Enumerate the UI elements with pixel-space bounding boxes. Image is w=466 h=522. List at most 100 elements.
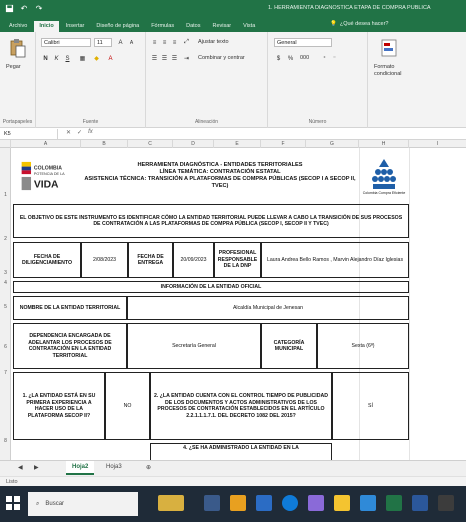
tab-diseno-pagina[interactable]: Diseño de página [91, 21, 144, 32]
align-right-icon[interactable]: ☰ [170, 54, 179, 63]
store-icon[interactable] [256, 495, 272, 511]
bold-button[interactable]: N [41, 54, 50, 63]
name-box[interactable]: K5 [2, 129, 58, 139]
align-middle-icon[interactable]: ≡ [160, 38, 169, 47]
merge-center-button[interactable]: Combinar y centrar [198, 55, 245, 61]
conditional-format-button[interactable]: Formato condicional [374, 64, 414, 77]
question-1-answer[interactable]: NO [105, 372, 150, 440]
ribbon: Pegar Portapapeles Calibri 11 A A N K S … [0, 32, 466, 128]
shrink-font-icon[interactable]: A [127, 38, 136, 47]
align-top-icon[interactable]: ≡ [150, 38, 159, 47]
row-header[interactable]: 7 [0, 370, 11, 376]
row-header[interactable]: 8 [0, 438, 11, 444]
increase-decimal-icon[interactable]: ⁺ [320, 54, 329, 63]
word-taskbar-icon[interactable] [412, 495, 428, 511]
fill-color-icon[interactable]: ◆ [92, 54, 101, 63]
app2-icon[interactable] [438, 495, 454, 511]
align-bottom-icon[interactable]: ≡ [170, 38, 179, 47]
row-header[interactable]: 1 [0, 192, 11, 198]
categoria-value[interactable]: Sexta (6ª) [317, 323, 409, 369]
sheet-tabs-bar: ◀ ▶ Hoja2 Hoja3 ⊕ [0, 460, 466, 476]
tab-revisar[interactable]: Revisar [207, 21, 236, 32]
sheet-tab-hoja2[interactable]: Hoja2 [66, 461, 95, 475]
column-header[interactable]: E [214, 140, 261, 148]
redo-icon[interactable]: ↷ [34, 3, 44, 13]
tab-inicio[interactable]: Inicio [34, 21, 59, 32]
cancel-icon[interactable]: ✕ [66, 129, 71, 136]
widgets-icon[interactable] [158, 495, 184, 511]
profesional-value[interactable]: Laura Andrea Bello Ramos , Marvin Alejan… [261, 242, 409, 278]
excel-taskbar-icon[interactable] [386, 495, 402, 511]
nombre-entidad-value[interactable]: Alcaldía Municipal de Jenesan [127, 296, 409, 320]
indent-icon[interactable]: ⇥ [182, 54, 191, 63]
row-header[interactable]: 5 [0, 304, 11, 310]
orientation-icon[interactable]: ⤢ [182, 38, 191, 47]
italic-button[interactable]: K [52, 54, 61, 63]
tab-formulas[interactable]: Fórmulas [146, 21, 179, 32]
currency-button[interactable]: $ [274, 54, 283, 63]
decrease-decimal-icon[interactable]: ⁻ [330, 54, 339, 63]
windows-start-icon[interactable] [6, 496, 20, 510]
row-header[interactable]: 6 [0, 344, 11, 350]
font-size-select[interactable]: 11 [94, 38, 112, 47]
chrome-icon[interactable] [334, 495, 350, 511]
taskbar-search[interactable]: ⌕ Buscar [28, 492, 138, 516]
number-format-select[interactable]: General [274, 38, 332, 47]
align-left-icon[interactable]: ☰ [150, 54, 159, 63]
thousands-button[interactable]: 000 [300, 55, 309, 61]
column-header[interactable]: D [173, 140, 214, 148]
outlook-icon[interactable] [360, 495, 376, 511]
column-header[interactable]: H [359, 140, 409, 148]
row-header[interactable]: 2 [0, 236, 11, 242]
dependencia-value[interactable]: Secretaría General [127, 323, 261, 369]
column-header[interactable]: F [261, 140, 306, 148]
font-name-select[interactable]: Calibri [41, 38, 91, 47]
question-2-answer[interactable]: SÍ [332, 372, 409, 440]
grow-font-icon[interactable]: A [116, 38, 125, 47]
column-header[interactable]: C [128, 140, 173, 148]
percent-button[interactable]: % [286, 54, 295, 63]
fecha-diligenciamiento-value[interactable]: 2/08/2023 [81, 242, 128, 278]
sheet-prev-icon[interactable]: ◀ [12, 461, 29, 475]
column-header[interactable]: I [409, 140, 466, 148]
underline-button[interactable]: S [63, 54, 72, 63]
save-icon[interactable] [4, 3, 14, 13]
logo-right-caption: Colombia Compra Eficiente [362, 190, 406, 195]
sheet-tab-hoja3[interactable]: Hoja3 [100, 461, 128, 475]
tell-me-box[interactable]: 💡 ¿Qué desea hacer? [330, 21, 388, 27]
file-explorer-icon[interactable] [230, 495, 246, 511]
paste-icon[interactable] [9, 38, 27, 58]
function-icon[interactable]: fx [88, 129, 93, 136]
row-header[interactable]: 3 [0, 270, 11, 276]
svg-text:VIDA: VIDA [34, 179, 59, 190]
edge-icon[interactable] [282, 495, 298, 511]
row-header[interactable]: 4 [0, 280, 11, 286]
enter-icon[interactable]: ✓ [77, 129, 82, 136]
tab-archivo[interactable]: Archivo [4, 21, 32, 32]
wrap-text-button[interactable]: Ajustar texto [198, 39, 229, 45]
sheet-next-icon[interactable]: ▶ [28, 461, 45, 475]
paste-button[interactable]: Pegar [6, 64, 21, 70]
worksheet-grid[interactable]: COLOMBIA POTENCIA DE LA VIDA HERRAMIENTA… [11, 148, 466, 460]
row-headers: 1 2 3 4 5 6 7 8 [0, 148, 11, 460]
tab-insertar[interactable]: Insertar [61, 21, 90, 32]
fecha-diligenciamiento-label: FECHA DE DILIGENCIAMIENTO [13, 242, 81, 278]
column-header[interactable]: G [306, 140, 359, 148]
task-view-icon[interactable] [204, 495, 220, 511]
fecha-entrega-value[interactable]: 20/09/2023 [173, 242, 214, 278]
conditional-format-icon[interactable] [380, 38, 398, 58]
add-sheet-icon[interactable]: ⊕ [140, 461, 157, 475]
font-color-icon[interactable]: A [106, 54, 115, 63]
undo-icon[interactable]: ↶ [19, 3, 29, 13]
svg-text:POTENCIA DE LA: POTENCIA DE LA [34, 172, 65, 176]
column-header[interactable]: A [11, 140, 81, 148]
tab-datos[interactable]: Datos [181, 21, 205, 32]
app-icon[interactable] [308, 495, 324, 511]
column-header[interactable]: B [81, 140, 128, 148]
fecha-entrega-label: FECHA DE ENTREGA [128, 242, 173, 278]
align-center-icon[interactable]: ☰ [160, 54, 169, 63]
borders-icon[interactable]: ▦ [78, 54, 87, 63]
tab-vista[interactable]: Vista [238, 21, 260, 32]
select-all-corner[interactable] [0, 140, 11, 148]
question-2: 2. ¿LA ENTIDAD CUENTA CON EL CONTROL TIE… [150, 372, 332, 440]
